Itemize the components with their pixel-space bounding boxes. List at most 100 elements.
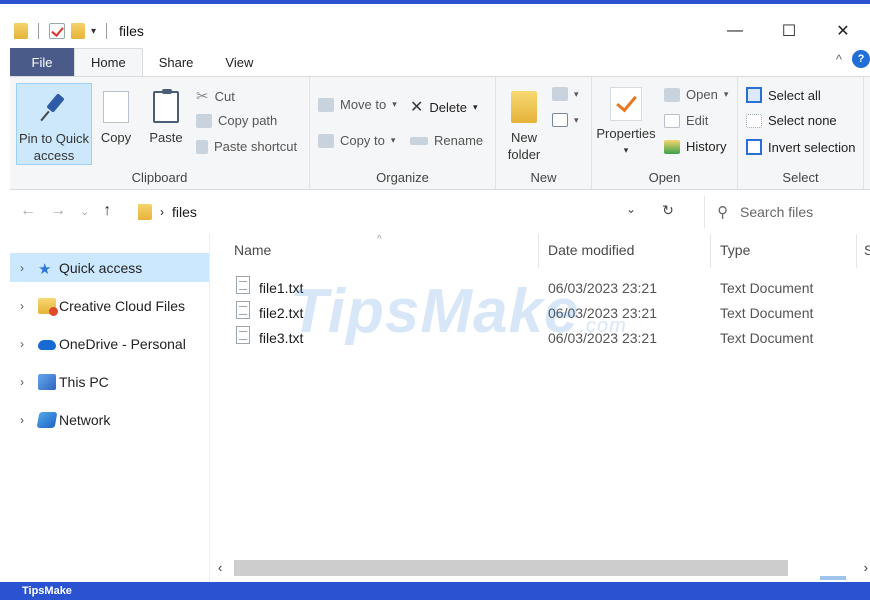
breadcrumb-files[interactable]: files xyxy=(172,204,197,220)
new-item-button[interactable]: ▾ xyxy=(552,87,579,101)
move-to-icon xyxy=(318,97,334,112)
chevron-right-icon[interactable]: › xyxy=(20,261,38,275)
properties-check-icon[interactable] xyxy=(49,23,65,39)
easy-access-button[interactable]: ▾ xyxy=(552,113,579,127)
address-bar[interactable]: › files xyxy=(138,198,704,226)
tab-share[interactable]: Share xyxy=(143,48,210,76)
rename-button[interactable]: Rename xyxy=(410,133,483,148)
navigation-pane: › ★ Quick access › Creative Cloud Files … xyxy=(10,234,210,582)
file-row[interactable]: file2.txt 06/03/2023 23:21 Text Document xyxy=(212,301,870,326)
scroll-right-icon[interactable]: › xyxy=(864,560,868,575)
address-dropdown-icon[interactable]: ⌄ xyxy=(626,202,636,219)
open-group: Properties ▾ Open ▾ Edit History Open xyxy=(592,77,738,189)
delete-icon: ✕ xyxy=(410,99,424,116)
new-group: New folder ▾ ▾ New xyxy=(496,77,592,189)
tab-view[interactable]: View xyxy=(209,48,269,76)
column-header-name[interactable]: Name xyxy=(234,242,271,258)
new-folder-button[interactable]: New folder xyxy=(504,83,544,165)
paste-button[interactable]: Paste xyxy=(144,83,188,165)
scroll-left-icon[interactable]: ‹ xyxy=(218,560,222,575)
select-group: Select all Select none Invert selection … xyxy=(738,77,864,189)
tab-file[interactable]: File xyxy=(10,48,74,76)
move-to-button[interactable]: Move to ▾ xyxy=(318,97,397,112)
window-title: files xyxy=(119,23,144,39)
address-bar-row: ← → ⌄ ↑ › files ⌄ ↻ ⚲ Search files xyxy=(10,190,870,234)
nav-item-onedrive[interactable]: › OneDrive - Personal xyxy=(10,329,209,358)
chevron-right-icon[interactable]: › xyxy=(20,413,38,427)
ribbon: Pin to Quick access Copy Paste ✂ Cut Cop… xyxy=(10,76,870,190)
edit-button[interactable]: Edit xyxy=(664,113,708,128)
help-icon[interactable]: ? xyxy=(852,50,870,68)
nav-item-label: Quick access xyxy=(59,259,143,276)
select-group-label: Select xyxy=(782,170,819,185)
forward-arrow-icon[interactable]: → xyxy=(50,202,66,220)
nav-item-label: Creative Cloud Files xyxy=(59,297,186,314)
copy-button[interactable]: Copy xyxy=(96,83,136,165)
clipboard-group-label: Clipboard xyxy=(131,170,188,185)
top-accent-line xyxy=(0,0,870,12)
text-file-icon xyxy=(236,276,250,294)
properties-button[interactable]: Properties ▾ xyxy=(594,81,658,163)
horizontal-scrollbar[interactable]: ‹ › xyxy=(212,556,870,580)
nav-item-quick-access[interactable]: › ★ Quick access xyxy=(10,253,209,282)
star-icon: ★ xyxy=(38,260,52,278)
recent-locations-icon[interactable]: ⌄ xyxy=(80,205,89,220)
minimize-button[interactable]: — xyxy=(708,14,762,48)
select-all-button[interactable]: Select all xyxy=(746,87,821,103)
copy-path-button[interactable]: Copy path xyxy=(196,113,277,128)
new-folder-qat-icon[interactable] xyxy=(71,23,85,39)
file-name: file1.txt xyxy=(259,280,304,296)
column-header-size[interactable]: S xyxy=(864,242,870,258)
open-label: Open xyxy=(686,87,718,102)
breadcrumb-separator-icon[interactable]: › xyxy=(160,205,164,219)
invert-selection-button[interactable]: Invert selection xyxy=(746,139,855,155)
select-none-button[interactable]: Select none xyxy=(746,113,837,128)
column-divider[interactable] xyxy=(856,234,857,268)
copy-to-button[interactable]: Copy to ▾ xyxy=(318,133,395,148)
navigation-buttons: ← → ⌄ ↑ xyxy=(20,202,111,220)
open-group-label: Open xyxy=(648,170,681,185)
column-header-date[interactable]: Date modified xyxy=(548,242,634,258)
collapse-ribbon-icon[interactable]: ^ xyxy=(836,52,842,67)
rename-label: Rename xyxy=(434,133,484,148)
move-to-label: Move to xyxy=(340,97,387,112)
history-button[interactable]: History xyxy=(664,139,726,154)
delete-label: Delete xyxy=(429,99,467,115)
nav-item-label: OneDrive - Personal xyxy=(59,335,186,352)
delete-button[interactable]: ✕ Delete ▾ xyxy=(410,97,478,117)
folder-icon[interactable] xyxy=(14,23,28,39)
nav-item-network[interactable]: › Network xyxy=(10,405,209,434)
open-icon xyxy=(664,87,680,102)
close-button[interactable]: ✕ xyxy=(816,14,870,48)
maximize-button[interactable]: ☐ xyxy=(762,14,816,48)
qat-dropdown-icon[interactable]: ▾ xyxy=(91,26,96,37)
column-divider[interactable] xyxy=(538,234,539,268)
footer-bar: TipsMake xyxy=(0,582,870,600)
file-row[interactable]: file3.txt 06/03/2023 23:21 Text Document xyxy=(212,326,870,351)
nav-item-creative-cloud-files[interactable]: › Creative Cloud Files xyxy=(10,291,209,320)
copy-path-icon xyxy=(196,113,212,128)
search-placeholder: Search files xyxy=(740,204,814,220)
nav-item-this-pc[interactable]: › This PC xyxy=(10,367,209,396)
cut-button[interactable]: ✂ Cut xyxy=(196,87,235,105)
column-header-type[interactable]: Type xyxy=(720,242,750,258)
search-input[interactable]: ⚲ Search files xyxy=(704,196,870,228)
up-arrow-icon[interactable]: ↑ xyxy=(103,202,111,220)
open-button[interactable]: Open ▾ xyxy=(664,87,728,102)
file-row[interactable]: file1.txt 06/03/2023 23:21 Text Document xyxy=(212,276,870,301)
chevron-down-icon: ▾ xyxy=(574,114,579,125)
chevron-down-icon: ▾ xyxy=(574,88,579,99)
pc-icon xyxy=(38,373,56,390)
chevron-right-icon[interactable]: › xyxy=(20,299,38,313)
network-icon xyxy=(36,411,58,428)
column-divider[interactable] xyxy=(710,234,711,268)
refresh-icon[interactable]: ↻ xyxy=(662,202,674,219)
paste-shortcut-button[interactable]: Paste shortcut xyxy=(196,139,297,154)
tab-home[interactable]: Home xyxy=(74,48,143,76)
scrollbar-thumb[interactable] xyxy=(234,560,788,576)
chevron-right-icon[interactable]: › xyxy=(20,337,38,351)
back-arrow-icon[interactable]: ← xyxy=(20,202,36,220)
folder-icon xyxy=(138,204,152,220)
pin-to-quick-access-button[interactable]: Pin to Quick access xyxy=(16,83,92,165)
chevron-right-icon[interactable]: › xyxy=(20,375,38,389)
